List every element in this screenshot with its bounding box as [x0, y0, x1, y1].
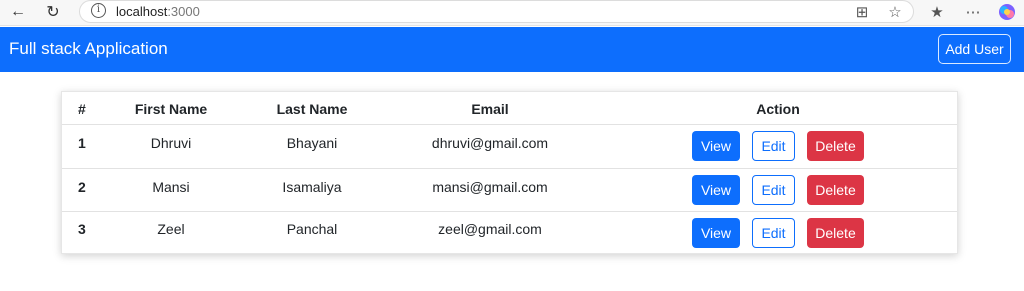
header-action: Action — [756, 101, 800, 117]
table-header-row: # First Name Last Name Email Action — [62, 92, 957, 125]
address-bar[interactable]: i localhost:3000 — [79, 0, 914, 23]
row-email: zeel@gmail.com — [438, 221, 542, 237]
view-button[interactable]: View — [692, 218, 740, 248]
copilot-icon[interactable] — [996, 1, 1018, 23]
edit-button[interactable]: Edit — [752, 131, 795, 161]
row-email: dhruvi@gmail.com — [431, 135, 549, 151]
address-url: localhost:3000 — [116, 4, 200, 19]
brand-title[interactable]: Full stack Application — [9, 39, 168, 59]
edit-button[interactable]: Edit — [752, 175, 795, 205]
table-row: 1 Dhruvi Bhayani dhruvi@gmail.com View E… — [62, 125, 957, 169]
edit-button[interactable]: Edit — [752, 218, 795, 248]
add-user-button[interactable]: Add User — [938, 34, 1011, 64]
row-last-name: Bhayani — [286, 135, 338, 151]
row-id: 1 — [78, 135, 86, 151]
row-first-name: Mansi — [152, 179, 190, 195]
delete-button[interactable]: Delete — [807, 131, 864, 161]
row-id: 2 — [78, 179, 86, 195]
row-last-name: Isamaliya — [282, 179, 342, 195]
row-first-name: Dhruvi — [150, 135, 192, 151]
favorites-icon[interactable]: ★ — [926, 1, 948, 23]
header-email: Email — [471, 101, 509, 117]
table-row: 3 Zeel Panchal zeel@gmail.com View Edit … — [62, 212, 957, 254]
users-table-card: # First Name Last Name Email Action 1 Dh… — [61, 91, 958, 254]
row-email: mansi@gmail.com — [432, 179, 548, 195]
favorite-star-icon[interactable]: ☆ — [884, 1, 906, 23]
table-row: 2 Mansi Isamaliya mansi@gmail.com View E… — [62, 169, 957, 212]
row-id: 3 — [78, 221, 86, 237]
app-navbar: Full stack Application Add User — [0, 27, 1024, 72]
back-icon[interactable]: ← — [7, 1, 29, 23]
view-button[interactable]: View — [692, 175, 740, 205]
view-button[interactable]: View — [692, 131, 740, 161]
reload-icon[interactable]: ↻ — [42, 1, 64, 23]
browser-toolbar: ← ↻ i localhost:3000 ⊞ ☆ ★ ⋯ — [0, 0, 1024, 26]
header-id: # — [78, 101, 86, 117]
more-menu-icon[interactable]: ⋯ — [962, 1, 984, 23]
delete-button[interactable]: Delete — [807, 175, 864, 205]
header-last-name: Last Name — [276, 101, 348, 117]
row-last-name: Panchal — [286, 221, 338, 237]
site-info-icon[interactable]: i — [91, 3, 106, 18]
header-first-name: First Name — [134, 101, 208, 117]
delete-button[interactable]: Delete — [807, 218, 864, 248]
app-available-icon[interactable]: ⊞ — [851, 1, 873, 23]
row-first-name: Zeel — [157, 221, 185, 237]
